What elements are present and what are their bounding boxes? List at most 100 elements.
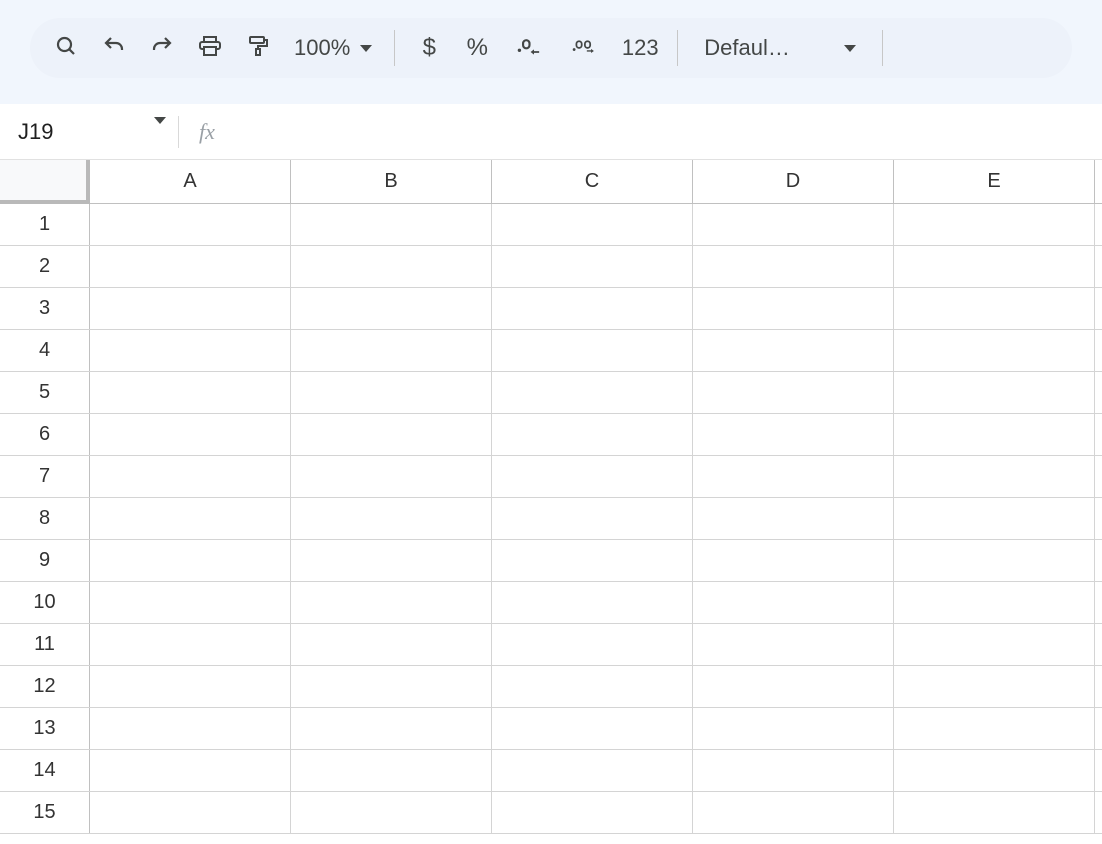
cell[interactable] [291, 582, 492, 623]
cell[interactable] [693, 204, 894, 245]
cell[interactable] [693, 708, 894, 749]
row-header[interactable]: 5 [0, 372, 90, 413]
chevron-down-icon[interactable] [154, 124, 166, 140]
cell[interactable] [90, 582, 291, 623]
cell[interactable] [291, 666, 492, 707]
cell[interactable] [90, 498, 291, 539]
row-header[interactable]: 9 [0, 540, 90, 581]
cell[interactable] [693, 666, 894, 707]
row-header[interactable]: 13 [0, 708, 90, 749]
cell[interactable] [894, 330, 1095, 371]
cell[interactable] [291, 498, 492, 539]
cell[interactable] [90, 624, 291, 665]
cell[interactable] [90, 456, 291, 497]
redo-button[interactable] [140, 26, 184, 70]
row-header[interactable]: 1 [0, 204, 90, 245]
cell[interactable] [90, 372, 291, 413]
cell[interactable] [894, 666, 1095, 707]
cell[interactable] [492, 498, 693, 539]
cell[interactable] [492, 624, 693, 665]
row-header[interactable]: 7 [0, 456, 90, 497]
cell[interactable] [90, 750, 291, 791]
cell[interactable] [291, 288, 492, 329]
cell[interactable] [894, 750, 1095, 791]
cell[interactable] [90, 666, 291, 707]
column-header[interactable]: B [291, 160, 492, 203]
cell[interactable] [291, 246, 492, 287]
cell[interactable] [90, 414, 291, 455]
cell[interactable] [492, 372, 693, 413]
row-header[interactable]: 8 [0, 498, 90, 539]
row-header[interactable]: 15 [0, 792, 90, 833]
undo-button[interactable] [92, 26, 136, 70]
cell[interactable] [894, 414, 1095, 455]
decrease-decimal-button[interactable] [503, 26, 553, 70]
cell[interactable] [492, 330, 693, 371]
more-formats-button[interactable]: 123 [615, 35, 665, 61]
cell[interactable] [90, 204, 291, 245]
cell[interactable] [693, 750, 894, 791]
cell[interactable] [693, 456, 894, 497]
cell[interactable] [90, 330, 291, 371]
cell[interactable] [693, 624, 894, 665]
cell[interactable] [291, 414, 492, 455]
cell[interactable] [291, 330, 492, 371]
paint-format-button[interactable] [236, 26, 280, 70]
cell[interactable] [492, 708, 693, 749]
cell[interactable] [492, 582, 693, 623]
row-header[interactable]: 14 [0, 750, 90, 791]
select-all-corner[interactable] [0, 160, 90, 204]
cell[interactable] [291, 540, 492, 581]
cell[interactable] [894, 582, 1095, 623]
cell[interactable] [492, 540, 693, 581]
cell[interactable] [693, 288, 894, 329]
increase-decimal-button[interactable] [557, 26, 611, 70]
row-header[interactable]: 2 [0, 246, 90, 287]
column-header[interactable]: A [90, 160, 291, 203]
cell[interactable] [894, 204, 1095, 245]
cell[interactable] [291, 204, 492, 245]
cell[interactable] [894, 372, 1095, 413]
cell[interactable] [291, 624, 492, 665]
cell[interactable] [894, 246, 1095, 287]
row-header[interactable]: 4 [0, 330, 90, 371]
row-header[interactable]: 12 [0, 666, 90, 707]
cell[interactable] [693, 792, 894, 833]
search-button[interactable] [44, 26, 88, 70]
cell[interactable] [693, 372, 894, 413]
zoom-dropdown[interactable]: 100% [284, 35, 382, 61]
font-family-dropdown[interactable]: Defaul… [690, 35, 870, 61]
print-button[interactable] [188, 26, 232, 70]
cell[interactable] [291, 750, 492, 791]
cell[interactable] [492, 414, 693, 455]
cell[interactable] [693, 540, 894, 581]
cell[interactable] [894, 498, 1095, 539]
name-box[interactable]: J19 [18, 119, 178, 145]
row-header[interactable]: 3 [0, 288, 90, 329]
cell[interactable] [693, 246, 894, 287]
cell[interactable] [492, 246, 693, 287]
cell[interactable] [894, 456, 1095, 497]
cell[interactable] [90, 708, 291, 749]
cell[interactable] [894, 792, 1095, 833]
cell[interactable] [693, 582, 894, 623]
cell[interactable] [492, 204, 693, 245]
cell[interactable] [492, 666, 693, 707]
cell[interactable] [894, 624, 1095, 665]
cell[interactable] [894, 540, 1095, 581]
cell[interactable] [693, 330, 894, 371]
format-percent-button[interactable]: % [455, 26, 499, 70]
cell[interactable] [492, 288, 693, 329]
cell[interactable] [492, 750, 693, 791]
format-currency-button[interactable]: $ [407, 26, 451, 70]
cell[interactable] [90, 540, 291, 581]
cell[interactable] [291, 456, 492, 497]
column-header[interactable]: C [492, 160, 693, 203]
cell[interactable] [90, 288, 291, 329]
row-header[interactable]: 10 [0, 582, 90, 623]
cell[interactable] [693, 498, 894, 539]
column-header[interactable]: D [693, 160, 894, 203]
cell[interactable] [492, 792, 693, 833]
cell[interactable] [90, 792, 291, 833]
cell[interactable] [291, 708, 492, 749]
